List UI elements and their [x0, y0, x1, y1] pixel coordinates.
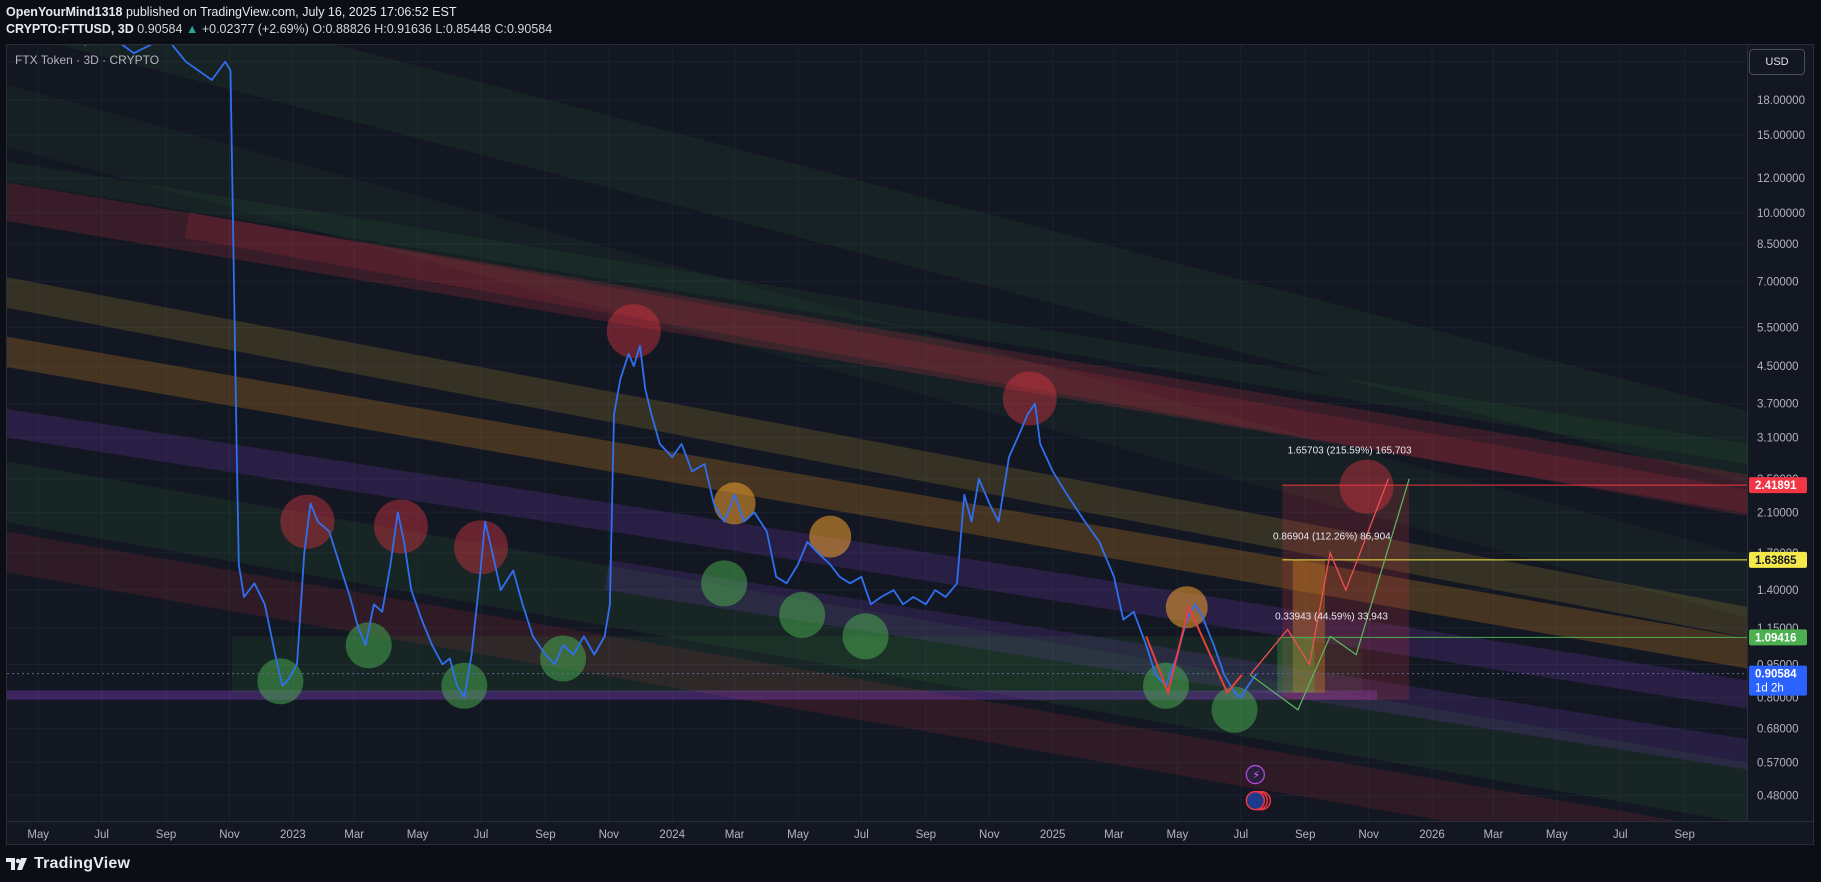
y-tick-label: 7.00000 — [1757, 276, 1799, 288]
y-tick-label: 3.10000 — [1757, 433, 1799, 445]
x-tick-label: May — [407, 829, 429, 841]
x-tick-label: Mar — [1483, 829, 1503, 841]
x-tick-label: 2024 — [659, 829, 685, 841]
x-tick-label: 2025 — [1040, 829, 1066, 841]
y-tick-label: 1.40000 — [1757, 585, 1799, 597]
support-marker-green — [701, 560, 748, 607]
support-marker-green — [441, 662, 488, 709]
measurement-annotation: 0.86904 (112.26%) 86,904 — [1273, 532, 1391, 543]
x-tick-label: 2023 — [280, 829, 306, 841]
symbol-label: CRYPTO:FTTUSD, 3D — [6, 22, 134, 36]
x-tick-label: Jul — [94, 829, 109, 841]
publish-info: published on TradingView.com, July 16, 2… — [125, 5, 457, 19]
price-tag-value: 1.09416 — [1755, 632, 1797, 644]
publisher-name[interactable]: OpenYourMind1318 — [6, 5, 122, 19]
x-tick-label: Sep — [1674, 829, 1694, 841]
footer: TradingView — [6, 853, 130, 875]
x-tick-label: Jul — [854, 829, 869, 841]
price-chart[interactable]: 1.65703 (215.59%) 165,703 0.86904 (112.26… — [7, 45, 1814, 845]
low-value: 0.85448 — [445, 22, 491, 36]
resistance-marker-red — [1002, 371, 1057, 426]
y-tick-label: 0.48000 — [1757, 790, 1799, 802]
x-tick-label: Mar — [1104, 829, 1124, 841]
y-tick-label: 10.00000 — [1757, 208, 1805, 220]
chart-header: OpenYourMind1318 published on TradingVie… — [6, 4, 552, 38]
x-tick-label: Nov — [219, 829, 240, 841]
measurement-annotation: 1.65703 (215.59%) 165,703 — [1288, 446, 1412, 457]
price-tag-value: 1.63865 — [1755, 555, 1797, 567]
y-tick-label: 18.00000 — [1757, 95, 1805, 107]
y-tick-label: 5.50000 — [1757, 323, 1799, 335]
y-tick-label: 4.50000 — [1757, 361, 1799, 373]
x-tick-label: Nov — [1358, 829, 1379, 841]
close-value: 0.90584 — [506, 22, 553, 36]
chart-title: FTX Token · 3D · CRYPTO — [15, 53, 160, 67]
y-tick-label: 3.70000 — [1757, 399, 1799, 411]
x-tick-label: Jul — [1613, 829, 1628, 841]
chart-area[interactable]: 1.65703 (215.59%) 165,703 0.86904 (112.26… — [6, 44, 1814, 845]
last-price: 0.90584 — [137, 22, 183, 36]
economic-event-flag-icon — [1245, 790, 1266, 811]
resistance-marker-red — [606, 304, 661, 359]
x-tick-label: Mar — [725, 829, 745, 841]
ohlc-line: CRYPTO:FTTUSD, 3D 0.90584 ▲ +0.02377 (+2… — [6, 21, 552, 38]
x-tick-label: May — [1167, 829, 1189, 841]
x-tick-label: May — [1546, 829, 1568, 841]
high-label: H: — [374, 22, 387, 36]
high-value: 0.91636 — [386, 22, 432, 36]
open-label: O: — [312, 22, 326, 36]
x-tick-label: Nov — [599, 829, 620, 841]
publish-line: OpenYourMind1318 published on TradingVie… — [6, 4, 552, 21]
x-tick-label: Mar — [344, 829, 364, 841]
measurement-annotation: 0.33943 (44.59%) 33,943 — [1275, 612, 1388, 623]
lightning-glyph: ⚡ — [1252, 769, 1260, 782]
y-tick-label: 8.50000 — [1757, 239, 1799, 251]
y-tick-label: 12.00000 — [1757, 173, 1805, 185]
x-tick-label: Nov — [979, 829, 1000, 841]
support-marker-green — [842, 613, 889, 660]
x-tick-label: Jul — [1233, 829, 1248, 841]
x-tick-label: Sep — [535, 829, 555, 841]
low-label: L: — [435, 22, 446, 36]
pivot-marker-orange — [713, 482, 756, 525]
open-value: 0.88826 — [325, 22, 371, 36]
support-zone-green — [232, 636, 1362, 693]
y-tick-label: 2.10000 — [1757, 507, 1799, 519]
x-tick-label: Sep — [1295, 829, 1315, 841]
y-tick-label: 0.57000 — [1757, 757, 1799, 769]
up-arrow-icon: ▲ — [185, 22, 199, 36]
tradingview-logo-icon — [6, 858, 27, 870]
y-tick-label: 15.00000 — [1757, 130, 1805, 142]
tradingview-brand[interactable]: TradingView — [34, 855, 130, 873]
price-change: +0.02377 (+2.69%) — [201, 22, 309, 36]
x-tick-label: May — [27, 829, 49, 841]
currency-button[interactable]: USD — [1749, 49, 1805, 75]
support-marker-green — [779, 591, 826, 638]
support-marker-green — [540, 635, 587, 682]
close-label: C: — [494, 22, 507, 36]
price-tag-value: 0.90584 — [1755, 669, 1797, 681]
y-tick-label: 0.68000 — [1757, 724, 1799, 736]
x-tick-label: May — [787, 829, 809, 841]
countdown-label: 1d 2h — [1755, 683, 1784, 695]
x-tick-label: Sep — [916, 829, 936, 841]
x-tick-label: Sep — [156, 829, 176, 841]
x-tick-label: 2026 — [1419, 829, 1445, 841]
x-tick-label: Jul — [474, 829, 489, 841]
price-tag-value: 2.41891 — [1755, 480, 1797, 492]
